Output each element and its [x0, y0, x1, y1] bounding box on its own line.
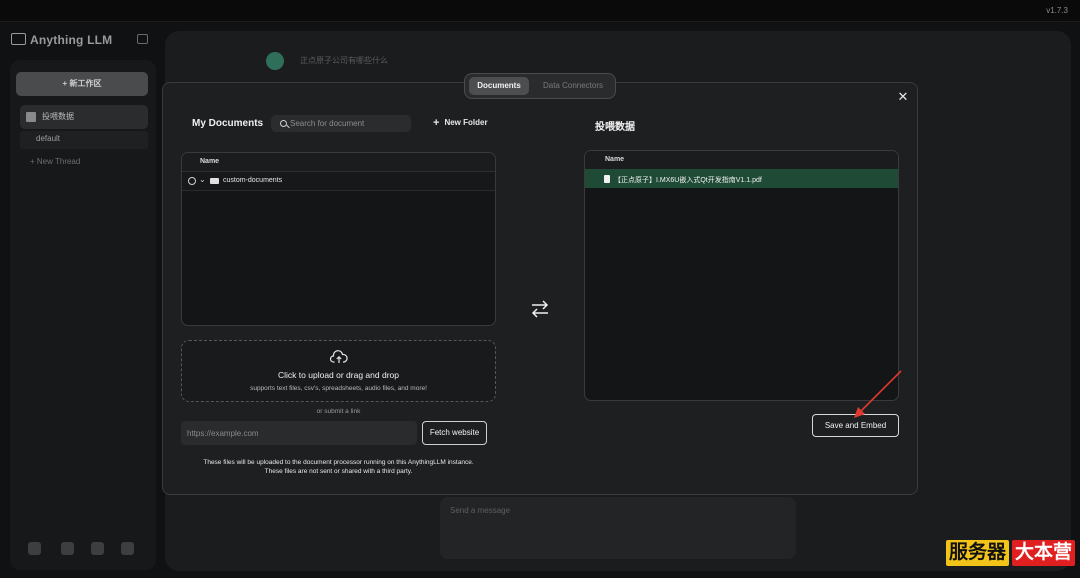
tab-data-connectors[interactable]: Data Connectors: [535, 77, 611, 95]
file-name: 【正点原子】I.MX6U嵌入式Qt开发指南V1.1.pdf: [614, 177, 762, 184]
support-icon[interactable]: [28, 542, 41, 555]
plus-icon: +: [433, 117, 440, 129]
upload-subtitle: supports text files, csv's, spreadsheets…: [250, 385, 427, 392]
sidebar-item-workspace[interactable]: 投喂数据: [20, 105, 148, 129]
avatar: [266, 52, 284, 70]
close-icon[interactable]: ✕: [896, 90, 910, 104]
workspace-documents-title: 投喂数据: [595, 122, 635, 133]
sidebar-toggle-icon[interactable]: [137, 34, 148, 44]
modal-tabs: Documents Data Connectors: [464, 73, 616, 99]
grid-icon: [26, 112, 36, 122]
wrench-icon[interactable]: [121, 542, 134, 555]
watermark: 服务器: [946, 540, 1010, 566]
annotation-arrow: [854, 370, 902, 418]
list-header: Name: [585, 151, 898, 170]
chat-input-placeholder: Send a message: [450, 506, 511, 515]
select-radio[interactable]: [188, 177, 196, 185]
fetch-website-button[interactable]: Fetch website: [422, 421, 487, 445]
search-input[interactable]: [290, 117, 408, 130]
upload-title: Click to upload or drag and drop: [278, 370, 399, 380]
logo-icon: [11, 33, 26, 45]
upload-notice: These files are not sent or shared with …: [264, 468, 413, 475]
docs-icon[interactable]: [61, 542, 74, 555]
file-icon: [604, 175, 610, 183]
brand-logo: Anything LLM: [11, 33, 112, 47]
discord-icon[interactable]: [91, 542, 104, 555]
column-header-name: Name: [200, 158, 220, 165]
new-folder-button[interactable]: + New Folder: [433, 117, 488, 129]
chevron-down-icon[interactable]: ⌄: [199, 175, 206, 184]
upload-notice: These files will be uploaded to the docu…: [203, 459, 474, 466]
cloud-upload-icon: [330, 350, 348, 363]
folder-icon: [210, 178, 219, 184]
sidebar-footer-icons: [28, 542, 143, 558]
url-input[interactable]: [181, 421, 417, 445]
list-header: Name: [182, 153, 495, 172]
tab-documents[interactable]: Documents: [469, 77, 529, 95]
version-label: v1.7.3: [1046, 6, 1068, 15]
swap-arrows-icon[interactable]: [530, 299, 550, 319]
watermark: 大本营: [1012, 540, 1076, 566]
folder-name: custom-documents: [223, 177, 283, 184]
or-submit-link-label: or submit a link: [316, 408, 361, 415]
column-header-name: Name: [605, 156, 625, 163]
thread-label: default: [36, 134, 61, 143]
top-bar: v1.7.3: [0, 0, 1080, 22]
chat-message: 正点原子公司有哪些什么: [300, 56, 388, 65]
new-workspace-button[interactable]: + 新工作区: [16, 72, 148, 96]
new-thread-button[interactable]: + New Thread: [30, 157, 80, 166]
my-documents-title: My Documents: [192, 118, 264, 129]
